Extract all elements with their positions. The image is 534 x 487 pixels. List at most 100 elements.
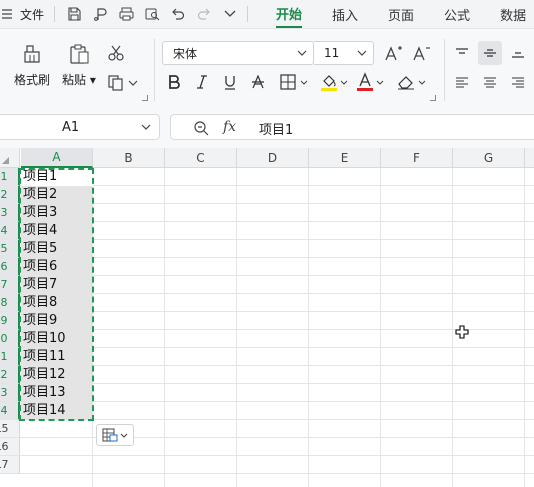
column-header-g[interactable]: G	[453, 148, 525, 168]
italic-icon[interactable]	[192, 71, 212, 93]
align-right-icon[interactable]	[508, 73, 528, 93]
column-header-b[interactable]: B	[93, 148, 165, 168]
paste-icon	[70, 44, 89, 64]
gridline	[20, 455, 534, 456]
column-header-d[interactable]: D	[237, 148, 309, 168]
eraser-icon	[397, 76, 414, 90]
cell-a12[interactable]: 项目12	[21, 366, 93, 384]
row-header[interactable]: 4	[0, 222, 20, 240]
ribbon-tabs: 开始 插入 页面 公式 数据	[264, 0, 526, 28]
gridline	[20, 257, 534, 258]
select-all-icon	[2, 157, 9, 164]
cell-a11[interactable]: 项目11	[21, 348, 93, 366]
cell-a4[interactable]: 项目4	[21, 222, 93, 240]
row-header[interactable]: 15	[0, 420, 20, 438]
fx-icon[interactable]: fx	[223, 119, 236, 135]
decrease-font-size-icon[interactable]	[410, 41, 434, 65]
print-icon[interactable]	[113, 0, 139, 28]
copy-button[interactable]	[104, 71, 142, 95]
tab-formulas[interactable]: 公式	[444, 0, 470, 28]
formula-input[interactable]: fx 项目1	[170, 114, 534, 140]
cell-a2[interactable]: 项目2	[21, 186, 93, 204]
cell-a13[interactable]: 项目13	[21, 384, 93, 402]
row-header[interactable]: 17	[0, 456, 20, 474]
align-left-icon[interactable]	[452, 73, 472, 93]
cell-a9[interactable]: 项目9	[21, 312, 93, 330]
export-icon[interactable]	[87, 0, 113, 28]
underline-icon[interactable]	[220, 71, 240, 93]
row-header[interactable]: 5	[0, 240, 20, 258]
gridline	[20, 221, 534, 222]
align-top-icon[interactable]	[452, 43, 472, 63]
ribbon-divider	[154, 39, 155, 101]
cell-a6[interactable]: 项目6	[21, 258, 93, 276]
column-header-h[interactable]	[525, 148, 534, 168]
align-middle-icon[interactable]	[478, 41, 502, 65]
save-icon[interactable]	[61, 0, 87, 28]
undo-icon[interactable]	[165, 0, 191, 28]
cell-a5[interactable]: 项目5	[21, 240, 93, 258]
gridline	[20, 293, 534, 294]
cell-a14[interactable]: 项目14	[21, 402, 93, 420]
row-header[interactable]: 2	[0, 186, 20, 204]
paste-options-button[interactable]	[96, 424, 134, 446]
row-header[interactable]: 8	[0, 294, 20, 312]
tab-home[interactable]: 开始	[276, 0, 303, 28]
column-header-f[interactable]: F	[381, 148, 453, 168]
print-preview-icon[interactable]	[139, 0, 165, 28]
row-header[interactable]: 13	[0, 384, 20, 402]
paste-button[interactable]: 粘贴 ▾	[62, 43, 96, 88]
tab-insert[interactable]: 插入	[332, 0, 358, 28]
column-header-a[interactable]: A	[21, 148, 93, 168]
cut-icon[interactable]	[104, 41, 128, 65]
main-menu-icon[interactable]	[0, 0, 18, 28]
row-header[interactable]: 14	[0, 402, 20, 420]
chevron-down-icon	[120, 433, 128, 438]
cell-a8[interactable]: 项目8	[21, 294, 93, 312]
font-group-launcher[interactable]	[430, 95, 436, 101]
row-header[interactable]: 12	[0, 366, 20, 384]
cell-a7[interactable]: 项目7	[21, 276, 93, 294]
tab-data[interactable]: 数据	[500, 0, 526, 28]
tab-page[interactable]: 页面	[388, 0, 414, 28]
font-color-button[interactable]	[354, 69, 386, 95]
column-header-e[interactable]: E	[309, 148, 381, 168]
cell-a1[interactable]: 项目1	[21, 168, 93, 186]
quick-access-more-icon[interactable]	[217, 0, 243, 28]
strikethrough-icon[interactable]	[248, 71, 268, 93]
row-header[interactable]: 11	[0, 348, 20, 366]
borders-icon	[280, 74, 296, 90]
font-name-select[interactable]: 宋体	[162, 41, 314, 65]
row-header[interactable]: 6	[0, 258, 20, 276]
zoom-search-icon[interactable]	[193, 120, 209, 136]
increase-font-size-icon[interactable]	[382, 41, 406, 65]
select-all-button[interactable]	[0, 148, 20, 168]
gridline	[20, 347, 534, 348]
align-bottom-icon[interactable]	[508, 43, 528, 63]
file-menu[interactable]: 文件	[20, 6, 44, 23]
borders-button[interactable]	[276, 71, 312, 93]
clipboard-group-launcher[interactable]	[142, 95, 148, 101]
row-header[interactable]: 3	[0, 204, 20, 222]
align-center-icon[interactable]	[480, 73, 500, 93]
fill-color-button[interactable]	[318, 69, 350, 95]
name-box[interactable]: A1	[0, 114, 160, 140]
row-header[interactable]: 16	[0, 438, 20, 456]
cell-a10[interactable]: 项目10	[21, 330, 93, 348]
column-header-c[interactable]: C	[165, 148, 237, 168]
font-size-select[interactable]: 11	[314, 41, 374, 65]
format-painter-button[interactable]: 格式刷	[14, 43, 50, 88]
redo-icon[interactable]	[191, 0, 217, 28]
clear-format-button[interactable]	[394, 69, 428, 95]
row-header[interactable]: 7	[0, 276, 20, 294]
row-header[interactable]: 1	[0, 168, 20, 186]
gridline	[20, 383, 534, 384]
gridline	[20, 401, 534, 402]
gridline	[164, 168, 165, 487]
worksheet-grid[interactable]: A B C D E F G 1 2 3 4 5 6 7 8 9 10 11 12…	[0, 148, 534, 487]
row-header[interactable]: 10	[0, 330, 20, 348]
cell-a3[interactable]: 项目3	[21, 204, 93, 222]
bold-icon[interactable]	[164, 71, 184, 93]
row-header[interactable]: 9	[0, 312, 20, 330]
format-painter-icon	[24, 45, 40, 63]
